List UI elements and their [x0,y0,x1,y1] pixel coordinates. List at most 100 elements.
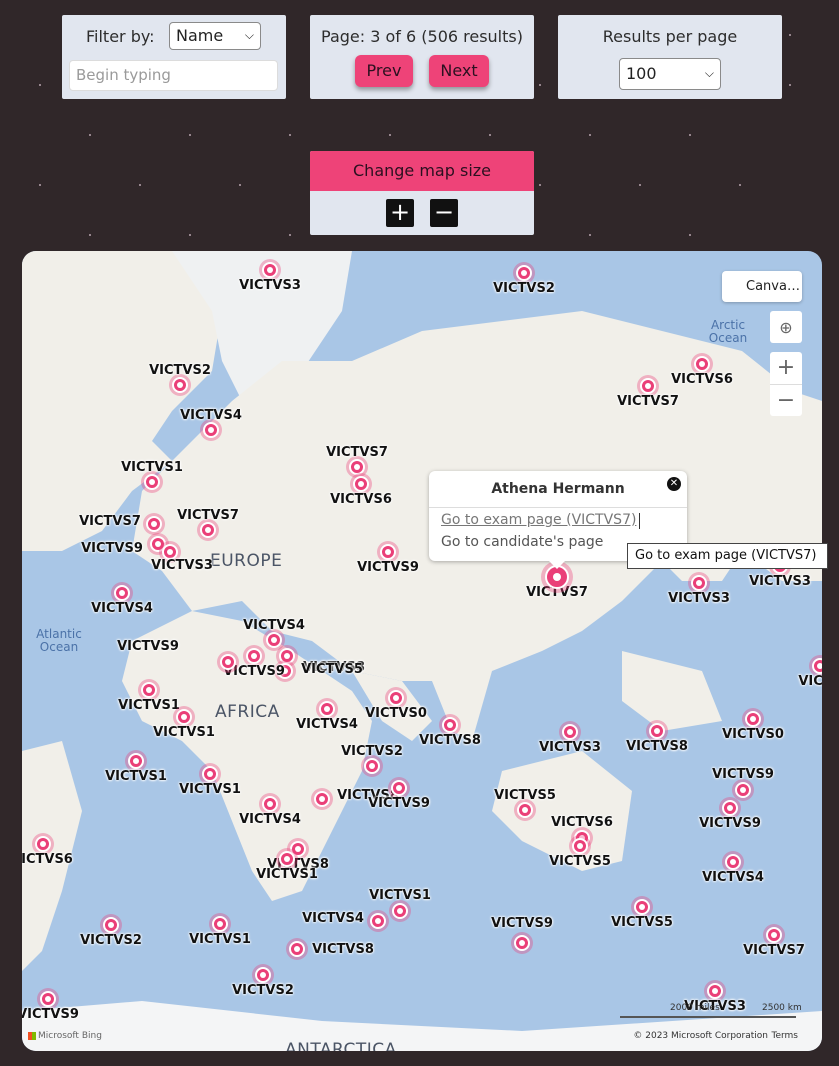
map-pin-label: VICTVS5 [301,662,363,677]
copyright: © 2023 Microsoft Corporation [633,1031,768,1041]
results-per-page-panel: Results per page 100 ⌵ [558,15,782,99]
scale-km: 2500 km [762,1003,802,1013]
place-label-europe: EUROPE [210,551,283,571]
map-pin-label: VICTVS6 [551,815,613,830]
map-pin-label: VICTVS2 [341,744,403,759]
map-pin-label: VICTVS1 [179,782,241,797]
map-pin-label: VICTVS8 [419,733,481,748]
results-per-page-select[interactable]: 100 ⌵ [619,58,721,90]
pagination-panel: Page: 3 of 6 (506 results) Prev Next [310,15,534,99]
map-pin-label: VICTVS4 [296,717,358,732]
map-pin-label: VICTVS1 [256,867,318,882]
map-pin-label: VICTVS1 [121,460,183,475]
locate-icon: ⊕ [779,318,793,337]
map-pin-label: ICTVS6 [22,852,73,867]
map-pin[interactable] [311,788,333,810]
scale-bar [620,1016,796,1018]
map-pin-label: VICTVS7 [326,445,388,460]
map-pin-label: VICTVS2 [80,933,142,948]
world-map[interactable]: EUROPE AFRICA ANTARCTICA Arctic Ocean At… [22,251,822,1051]
map-pin-label: VICTVS6 [330,492,392,507]
map-pin-label: VICTVS8 [626,739,688,754]
map-pin-label: VICT [798,674,822,689]
locate-button[interactable]: ⊕ [770,311,802,343]
results-per-page-label: Results per page [602,27,738,46]
link-tooltip: Go to exam page (VICTVS7) [627,543,828,569]
map-pin-label: VICTVS1 [153,725,215,740]
map-pin-label: VICTVS4 [243,618,305,633]
map-pin-label: VICTVS2 [149,363,211,378]
filter-search-input[interactable]: Begin typing [69,60,278,91]
map-pin-label: VICTVS4 [180,408,242,423]
zoom-out-button[interactable]: − [770,384,802,416]
close-icon[interactable]: ✕ [667,477,681,491]
scale-miles: 2000 miles [670,1003,720,1013]
map-pin-label: VICTVS7 [617,394,679,409]
map-pin-label: VICTVS4 [91,601,153,616]
map-pin-label: VICTVS9 [368,796,430,811]
prev-button[interactable]: Prev [355,55,413,87]
map-pin-label: VICTVS9 [491,916,553,931]
map-pin[interactable] [217,651,239,673]
next-button[interactable]: Next [429,55,489,87]
map-pin-label: VICTVS2 [493,281,555,296]
map-pin-label: VICTVS0 [365,706,427,721]
map-pin-label: VICTVS4 [302,911,364,926]
map-pin-label: VICTVS2 [232,983,294,998]
map-pin-label: VICTVS3 [151,558,213,573]
chevron-down-icon: ⌵ [244,28,254,42]
increase-map-size-button[interactable]: + [386,199,414,227]
map-size-panel: Change map size + − [310,151,534,235]
map-pin-label: VICTVS9 [117,639,179,654]
filter-panel: Filter by: Name ⌵ Begin typing [62,15,286,99]
map-pin[interactable] [511,932,533,954]
map-pin-label: VICTVS1 [118,698,180,713]
map-pin-label: VICTVS5 [549,854,611,869]
map-pin[interactable] [143,513,165,535]
zoom-in-button[interactable]: + [770,352,802,384]
map-pin-label: VICTVS9 [699,816,761,831]
map-pin-label: VICTVS3 [239,278,301,293]
decrease-map-size-button[interactable]: − [430,199,458,227]
map-pin-label: VICTVS9 [81,541,143,556]
popup-tip [549,561,565,569]
filter-select[interactable]: Name ⌵ [169,22,261,50]
filter-search-placeholder: Begin typing [76,66,171,84]
map-pin-label: VICTVS1 [105,769,167,784]
map-pin-label: VICTVS1 [369,888,431,903]
map-pin-label: VICTVS1 [189,932,251,947]
map-pin-label: VICTVS4 [702,870,764,885]
text-cursor [639,513,640,529]
map-pin[interactable] [367,910,389,932]
map-pin-label: VICTVS3 [749,574,811,589]
map-pin-label: VICTVS9 [357,560,419,575]
map-pin-label: VICTVS8 [312,942,374,957]
exam-page-link[interactable]: Go to exam page (VICTVS7) [441,512,636,528]
map-pin-label: VICTVS3 [539,740,601,755]
place-label-antarctica: ANTARCTICA [285,1040,397,1051]
page-info: Page: 3 of 6 (506 results) [321,27,523,46]
popup-title: Athena Hermann [491,481,625,497]
map-pin[interactable] [389,900,411,922]
map-pin-label: VICTVS5 [494,788,556,803]
popup-divider [429,507,687,508]
map-pin-label: VICTVS5 [611,915,673,930]
filter-select-value: Name [176,26,224,45]
results-per-page-value: 100 [626,64,657,83]
map-pin[interactable] [286,938,308,960]
ocean-label-atlantic: Atlantic Ocean [36,627,82,654]
map-size-title: Change map size [310,151,534,191]
map-pin-label: VICTVS6 [671,372,733,387]
ocean-label-arctic: Arctic Ocean [708,318,748,345]
bing-logo: Microsoft Bing [28,1031,102,1041]
map-style-button[interactable]: Canva… [722,271,802,302]
candidate-page-link[interactable]: Go to candidate's page [441,534,603,550]
map-pin-label: VICTVS7 [743,943,805,958]
map-pin-label: VICTVS7 [177,508,239,523]
map-pin-label: VICTVS0 [722,727,784,742]
map-pin-label: VICTVS7 [79,514,141,529]
map-pin-label: VICTVS9 [22,1007,79,1022]
place-label-africa: AFRICA [215,702,280,722]
map-pin-label: VICTVS4 [239,812,301,827]
terms-link[interactable]: Terms [771,1031,798,1041]
